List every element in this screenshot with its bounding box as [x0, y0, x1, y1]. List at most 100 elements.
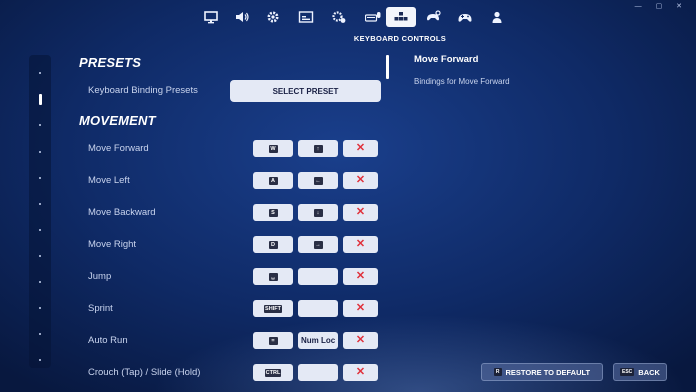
close-icon: ✕: [355, 174, 366, 186]
back-button[interactable]: ESC BACK: [613, 363, 667, 381]
tab-mouse-keyboard[interactable]: [358, 7, 388, 27]
secondary-binding-button[interactable]: →: [298, 236, 338, 253]
tab-account[interactable]: [482, 7, 512, 27]
restore-label: RESTORE TO DEFAULT: [505, 367, 591, 377]
speaker-icon: [236, 12, 249, 22]
back-label: BACK: [638, 367, 660, 377]
key-text: Num Lock: [301, 336, 335, 345]
primary-binding-button[interactable]: SHIFT: [253, 300, 293, 317]
presets-label: Keyboard Binding Presets: [88, 85, 198, 96]
close-icon: ✕: [355, 270, 366, 282]
rail-dot[interactable]: [39, 333, 41, 335]
close-icon: ✕: [355, 334, 366, 346]
presets-heading: PRESETS: [79, 55, 142, 70]
rail-dot[interactable]: [39, 203, 41, 205]
binding-label: Sprint: [88, 303, 113, 314]
secondary-binding-button[interactable]: [298, 364, 338, 381]
close-icon: ✕: [355, 142, 366, 154]
tab-controller-bindings[interactable]: [450, 7, 480, 27]
primary-binding-button[interactable]: W: [253, 140, 293, 157]
close-icon: ✕: [355, 238, 366, 250]
secondary-binding-button[interactable]: [298, 300, 338, 317]
key-cap: ↓: [313, 208, 323, 217]
close-icon: ✕: [355, 302, 366, 314]
rail-current-indicator: [39, 94, 42, 105]
key-cap: W: [268, 144, 278, 153]
primary-binding-button[interactable]: =: [253, 332, 293, 349]
tab-controller[interactable]: [418, 7, 448, 27]
clear-binding-button[interactable]: ✕: [343, 364, 378, 381]
key-cap: ↑: [313, 144, 323, 153]
active-tab-title: KEYBOARD CONTROLS: [353, 34, 447, 43]
window-controls[interactable]: — ▢ ✕: [635, 2, 688, 10]
key-cap: S: [268, 208, 278, 217]
binding-label: Move Backward: [88, 207, 156, 218]
clear-binding-button[interactable]: ✕: [343, 300, 378, 317]
description-body: Bindings for Move Forward: [414, 77, 510, 86]
rail-dot[interactable]: [39, 151, 41, 153]
clear-binding-button[interactable]: ✕: [343, 332, 378, 349]
keyboard-controls-icon: [394, 12, 408, 21]
primary-binding-button[interactable]: S: [253, 204, 293, 221]
primary-binding-button[interactable]: CTRL: [253, 364, 293, 381]
keyboard-mouse-icon: [365, 12, 381, 22]
account-icon: [492, 11, 502, 23]
secondary-binding-button[interactable]: ←: [298, 172, 338, 189]
close-icon: ✕: [355, 206, 366, 218]
tab-accessibility[interactable]: [291, 7, 321, 27]
binding-label: Move Right: [88, 239, 137, 250]
secondary-binding-button[interactable]: Num Lock: [298, 332, 338, 349]
tab-keyboard-controls[interactable]: [386, 7, 416, 27]
description-title: Move Forward: [414, 54, 479, 65]
secondary-binding-button[interactable]: [298, 268, 338, 285]
tab-audio[interactable]: [227, 7, 257, 27]
rail-dot[interactable]: [39, 124, 41, 126]
key-cap: D: [268, 240, 278, 249]
primary-binding-button[interactable]: A: [253, 172, 293, 189]
rail-dot[interactable]: [39, 281, 41, 283]
binding-label: Auto Run: [88, 335, 128, 346]
secondary-binding-button[interactable]: ↑: [298, 140, 338, 157]
controller-gear-icon: [427, 10, 441, 21]
binding-label: Move Left: [88, 175, 130, 186]
key-cap: ←: [313, 176, 323, 185]
key-cap: ␣: [268, 272, 278, 281]
primary-binding-button[interactable]: D: [253, 236, 293, 253]
clear-binding-button[interactable]: ✕: [343, 236, 378, 253]
list-scrollbar-thumb[interactable]: [386, 55, 389, 79]
binding-label: Crouch (Tap) / Slide (Hold): [88, 367, 201, 378]
tab-touch-settings[interactable]: [324, 7, 354, 27]
clear-binding-button[interactable]: ✕: [343, 268, 378, 285]
key-hint: ESC: [620, 368, 635, 376]
rail-dot[interactable]: [39, 229, 41, 231]
secondary-binding-button[interactable]: ↓: [298, 204, 338, 221]
key-cap: SHIFT: [264, 304, 282, 313]
clear-binding-button[interactable]: ✕: [343, 204, 378, 221]
binding-label: Jump: [88, 271, 112, 282]
key-cap: =: [268, 336, 278, 345]
rail-dot[interactable]: [39, 307, 41, 309]
primary-binding-button[interactable]: ␣: [253, 268, 293, 285]
rail-dot[interactable]: [39, 72, 41, 74]
key-hint: R: [493, 368, 502, 376]
select-preset-button[interactable]: SELECT PRESET: [230, 80, 381, 102]
close-icon: ✕: [355, 366, 366, 378]
rail-dot[interactable]: [39, 359, 41, 361]
tab-video[interactable]: [196, 7, 226, 27]
binding-label: Move Forward: [88, 143, 149, 154]
key-cap: →: [313, 240, 323, 249]
accessibility-gear-icon: [332, 11, 346, 23]
movement-heading: MOVEMENT: [79, 113, 156, 128]
clear-binding-button[interactable]: ✕: [343, 140, 378, 157]
subtitles-icon: [298, 11, 314, 23]
monitor-icon: [204, 11, 218, 24]
tab-game[interactable]: [258, 7, 288, 27]
restore-to-default-button[interactable]: R RESTORE TO DEFAULT: [481, 363, 603, 381]
section-scroll-rail[interactable]: [29, 55, 51, 368]
key-cap: CTRL: [264, 368, 282, 377]
key-cap: A: [268, 176, 278, 185]
rail-dot[interactable]: [39, 177, 41, 179]
rail-dot[interactable]: [39, 255, 41, 257]
gear-icon: [267, 11, 279, 23]
clear-binding-button[interactable]: ✕: [343, 172, 378, 189]
